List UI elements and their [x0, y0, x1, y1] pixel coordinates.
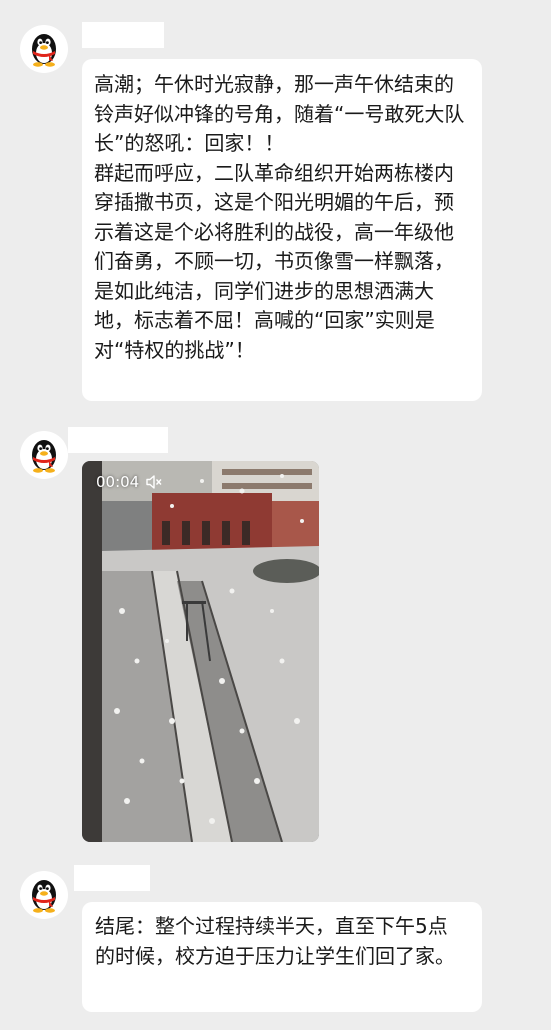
qq-penguin-icon [32, 880, 56, 913]
sender-avatar[interactable] [20, 25, 68, 73]
message-bubble[interactable]: 高潮；午休时光寂静，那一声午休结束的铃声好似冲锋的号角，随着“一号敢死大队长”的… [82, 59, 482, 401]
video-duration-badge: 00:04 [96, 471, 163, 493]
speaker-muted-icon[interactable] [145, 473, 163, 491]
sender-avatar[interactable] [20, 431, 68, 479]
sender-name-redacted [68, 427, 168, 453]
sender-name-redacted [82, 22, 164, 48]
video-thumbnail [82, 461, 319, 842]
qq-penguin-icon [32, 440, 56, 473]
message-text: 高潮；午休时光寂静，那一声午休结束的铃声好似冲锋的号角，随着“一号敢死大队长”的… [94, 72, 465, 362]
video-duration: 00:04 [96, 473, 140, 491]
qq-penguin-icon [32, 34, 56, 67]
video-message[interactable]: 00:04 [82, 461, 319, 842]
message-text: 结尾：整个过程持续半天，直至下午5点的时候，校方迫于压力让学生们回了家。 [95, 914, 455, 968]
sender-name-redacted [74, 865, 150, 891]
message-bubble[interactable]: 结尾：整个过程持续半天，直至下午5点的时候，校方迫于压力让学生们回了家。 [82, 902, 482, 1012]
sender-avatar[interactable] [20, 871, 68, 919]
